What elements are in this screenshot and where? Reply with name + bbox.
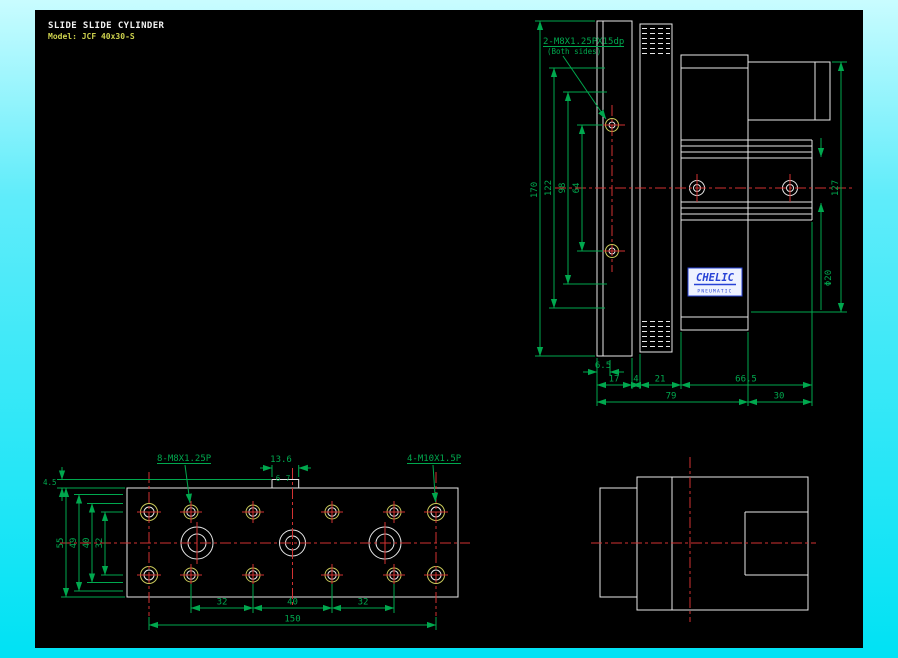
callout-2-m8: 2-M8X1.25PX15dp	[543, 37, 624, 47]
dim-4-5: 4.5	[43, 478, 57, 487]
dim-170: 170	[530, 182, 540, 198]
hatch-bottom	[642, 321, 670, 347]
dim-49: 49	[69, 538, 79, 549]
side-view	[591, 457, 816, 622]
callout-8-m8: 8-M8X1.25P	[157, 454, 212, 464]
dim-79: 79	[666, 392, 677, 402]
head-block-outline	[747, 61, 831, 121]
dim-55: 55	[56, 538, 66, 549]
dim-6: 6	[276, 474, 281, 483]
drawing-model: Model: JCF 40x30-S	[48, 32, 135, 41]
dim-40-v: 40	[82, 538, 92, 549]
dim-64: 64	[572, 183, 582, 194]
plan-view-centerlines	[60, 468, 470, 616]
chelic-logo-text: CHELIC	[696, 272, 735, 284]
cad-drawing: SLIDE SLIDE CYLINDER Model: JCF 40x30-S	[43, 20, 853, 630]
dim-4: 4	[633, 375, 638, 385]
dim-32-b: 32	[358, 598, 369, 608]
dim-40-b: 40	[287, 598, 298, 608]
dim-13-6: 13.6	[270, 455, 292, 465]
drawing-canvas: SLIDE SLIDE CYLINDER Model: JCF 40x30-S	[35, 10, 863, 648]
dim-66-5: 66.5	[735, 375, 757, 385]
dim-32-a: 32	[217, 598, 228, 608]
dim-phi20: Φ20	[824, 270, 834, 286]
plan-view: 4.5 55 49 40 32 8-M8X1.25P 13.6 6 7 4-M1…	[43, 454, 470, 630]
front-view: 170 122 98 64 127 Φ20 6.5 17 4 21 66.5 7…	[530, 20, 853, 406]
dim-122: 122	[544, 180, 554, 196]
dim-6-5: 6.5	[595, 361, 611, 371]
callout-4-m10: 4-M10X1.5P	[407, 454, 462, 464]
plan-view-dimensions: 4.5 55 49 40 32 8-M8X1.25P 13.6 6 7 4-M1…	[43, 454, 462, 630]
tube-profile	[681, 139, 813, 221]
dim-7: 7	[286, 474, 291, 483]
dim-32-v: 32	[95, 538, 105, 549]
chelic-logo-sub: PNEUMATIC	[697, 289, 732, 295]
hatch-top	[642, 28, 670, 54]
dim-17: 17	[609, 375, 620, 385]
dim-127: 127	[831, 180, 841, 196]
drawing-title: SLIDE SLIDE CYLINDER	[48, 21, 165, 31]
chelic-logo: CHELIC PNEUMATIC	[687, 267, 743, 297]
dim-21: 21	[655, 375, 666, 385]
dim-98: 98	[558, 183, 568, 194]
front-view-centerlines	[555, 105, 853, 272]
viewer-frame: SLIDE SLIDE CYLINDER Model: JCF 40x30-S	[0, 0, 898, 658]
dim-30: 30	[774, 392, 785, 402]
dim-150: 150	[284, 615, 300, 625]
callout-2-m8-note: (Both sides)	[547, 47, 601, 56]
